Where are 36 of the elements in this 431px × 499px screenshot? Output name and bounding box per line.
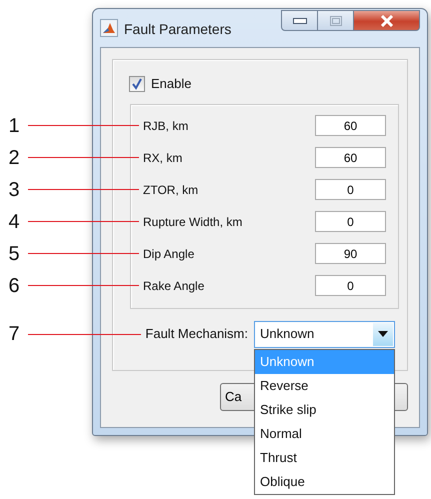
value-field[interactable]: 60 xyxy=(315,147,386,168)
dropdown-option[interactable]: Strike slip xyxy=(255,398,394,422)
callout-number: 6 xyxy=(7,276,21,296)
minimize-button[interactable] xyxy=(281,10,318,31)
parameter-label: Rake Angle xyxy=(143,278,204,294)
parameter-label: ZTOR, km xyxy=(143,182,198,198)
callout-number: 5 xyxy=(7,244,21,264)
caret-icon xyxy=(378,331,388,337)
enable-checkbox[interactable] xyxy=(129,76,145,92)
dropdown-option[interactable]: Normal xyxy=(255,422,394,446)
value-field[interactable]: 0 xyxy=(315,275,386,296)
callout-number: 4 xyxy=(7,212,21,232)
callout-number: 2 xyxy=(7,148,21,168)
parameter-label: Dip Angle xyxy=(143,246,194,262)
callout-number: 1 xyxy=(7,116,21,136)
value-field[interactable]: 0 xyxy=(315,211,386,232)
parameter-label: RX, km xyxy=(143,150,182,166)
dropdown-option[interactable]: Reverse xyxy=(255,374,394,398)
value-field[interactable]: 90 xyxy=(315,243,386,264)
callout-number: 3 xyxy=(7,180,21,200)
parameter-label: RJB, km xyxy=(143,118,188,134)
dropdown-option[interactable]: Oblique xyxy=(255,470,394,494)
close-icon xyxy=(378,14,394,26)
maximize-icon xyxy=(330,16,342,26)
parameter-label: Rupture Width, km xyxy=(143,214,242,230)
dropdown-option[interactable]: Thrust xyxy=(255,446,394,470)
maximize-button[interactable] xyxy=(318,10,354,31)
app-icon xyxy=(100,19,118,37)
value-field[interactable]: 0 xyxy=(315,179,386,200)
value-field[interactable]: 60 xyxy=(315,115,386,136)
callout-number: 7 xyxy=(7,324,21,344)
minimize-icon xyxy=(292,18,306,24)
close-button[interactable] xyxy=(354,10,420,31)
mechanism-label: Fault Mechanism: xyxy=(145,325,248,344)
window-title: Fault Parameters xyxy=(124,20,232,39)
checkbox-label: Enable xyxy=(151,75,192,93)
